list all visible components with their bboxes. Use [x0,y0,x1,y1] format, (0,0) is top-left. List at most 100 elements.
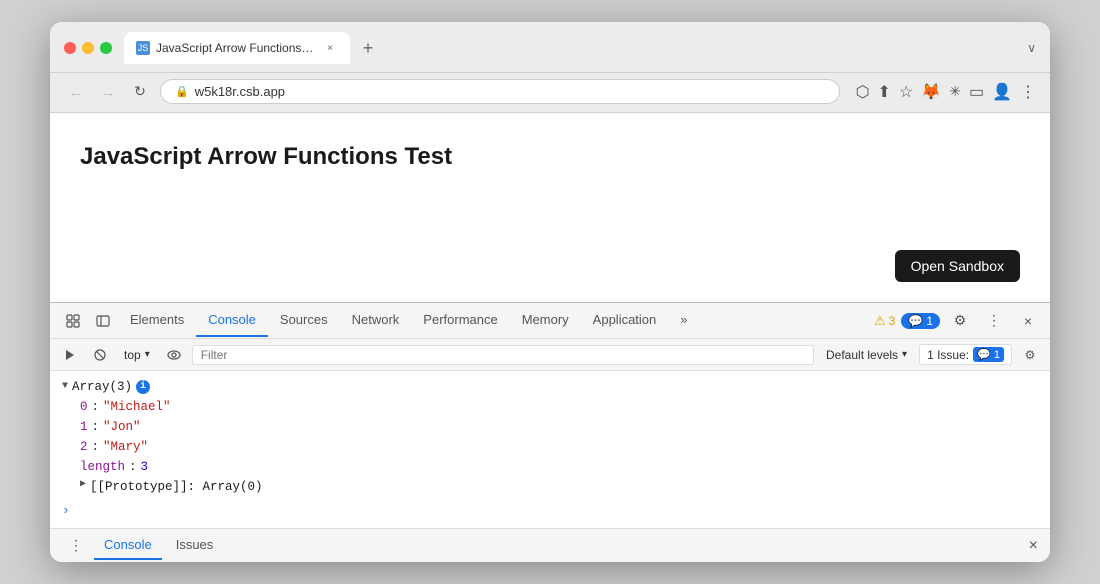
bottom-more-icon: ⋮ [69,537,83,554]
length-key: length [80,457,125,477]
browser-tab-active[interactable]: JS JavaScript Arrow Functions Te... × [124,32,350,64]
tab-title: JavaScript Arrow Functions Te... [156,41,316,55]
array-label: Array(3) [72,377,132,397]
devtools-tab-more[interactable]: » [668,304,699,337]
kebab-icon: ⋮ [987,312,1001,329]
devtools-settings-button[interactable]: ⚙ [946,307,974,335]
prop-key-1: 1 [80,417,88,437]
info-count: 1 [926,314,933,328]
bottom-more-button[interactable]: ⋮ [62,532,90,560]
filter-input[interactable] [192,345,814,365]
info-chat-icon: 💬 [908,314,923,328]
issue-chat-icon: 💬 [977,349,991,361]
prop-val-1: "Jon" [103,417,141,437]
array-item-2: 2 : "Mary" [80,437,1038,457]
devtools-tab-sources[interactable]: Sources [268,304,340,337]
issue-count-icon: 💬 1 [973,347,1004,362]
devtools-tabs-bar: Elements Console Sources Network Perform… [50,303,1050,339]
bookmark-icon[interactable]: ☆ [899,82,913,102]
array-item-0: 0 : "Michael" [80,397,1038,417]
array-length: length : 3 [80,457,1038,477]
back-button[interactable]: ← [64,80,88,104]
devtools-tab-network[interactable]: Network [340,304,412,337]
forward-button[interactable]: → [96,80,120,104]
devtools-close-button[interactable]: × [1014,307,1042,335]
warning-triangle-icon: ⚠ [874,313,886,329]
array-item-1: 1 : "Jon" [80,417,1038,437]
ext1-icon[interactable]: 🦊 [921,82,941,102]
new-tab-button[interactable]: + [354,34,382,62]
cast-icon[interactable]: ⬡ [856,82,870,102]
url-display: w5k18r.csb.app [195,84,825,99]
default-levels-label: Default levels [826,348,898,362]
close-icon: × [1024,313,1032,329]
default-levels-selector[interactable]: Default levels ▾ [820,346,913,364]
console-block-button[interactable] [88,343,112,367]
issue-label: 1 Issue: [927,348,969,362]
prop-val-2: "Mary" [103,437,148,457]
prompt-chevron-icon: › [62,501,70,522]
browser-window: JS JavaScript Arrow Functions Te... × + … [50,22,1050,562]
console-gear-icon: ⚙ [1025,348,1036,362]
tab-favicon: JS [136,41,150,55]
prop-val-0: "Michael" [103,397,171,417]
traffic-light-red[interactable] [64,42,76,54]
devtools-tabs-right: ⚠ 3 💬 1 ⚙ ⋮ × [874,307,1042,335]
console-settings-button[interactable]: ⚙ [1018,343,1042,367]
bottom-tab-console[interactable]: Console [94,531,162,560]
info-badge: 💬 1 [901,313,940,329]
console-play-button[interactable] [58,343,82,367]
context-selector[interactable]: top ▾ [118,346,156,364]
address-actions: ⬡ ⬆ ☆ 🦊 ✳ ▭ 👤 ⋮ [856,82,1036,102]
proto-arrow-icon[interactable]: ▶ [80,477,86,497]
devtools-more-button[interactable]: ⋮ [980,307,1008,335]
proto-label: [[Prototype]]: Array(0) [90,477,263,497]
console-eye-button[interactable] [162,343,186,367]
traffic-lights [64,42,112,54]
console-entry: ▼ Array(3) i 0 : "Michael" 1 : [62,377,1038,497]
page-content: JavaScript Arrow Functions Test Open San… [50,113,1050,302]
title-bar: JS JavaScript Arrow Functions Te... × + … [50,22,1050,73]
devtools-panel: Elements Console Sources Network Perform… [50,302,1050,562]
browser-menu-icon[interactable]: ⋮ [1020,82,1036,102]
warning-badge: ⚠ 3 [874,313,895,329]
bottom-tab-issues[interactable]: Issues [166,531,224,560]
devtools-tab-elements[interactable]: Elements [118,304,196,337]
gear-icon: ⚙ [954,312,967,329]
context-label: top [124,348,141,362]
address-input-wrap[interactable]: 🔒 w5k18r.csb.app [160,79,840,104]
tree-header: ▼ Array(3) i [62,377,1038,397]
devtools-tab-performance[interactable]: Performance [411,304,509,337]
issue-count: 1 [994,349,1000,361]
dropdown-icon: ▾ [145,349,150,360]
profile-icon[interactable]: 👤 [992,82,1012,102]
length-val: 3 [141,457,149,477]
console-prompt: › [62,501,1038,522]
warning-count: 3 [889,314,896,328]
window-chevron: ∨ [1027,41,1036,55]
devtools-tab-application[interactable]: Application [581,304,669,337]
open-sandbox-button[interactable]: Open Sandbox [895,250,1020,282]
tree-children: 0 : "Michael" 1 : "Jon" 2 : "Mary" [80,397,1038,497]
devtools-panel-btn-1[interactable] [58,306,88,336]
share-icon[interactable]: ⬆ [878,82,891,102]
prop-key-0: 0 [80,397,88,417]
info-circle-icon: i [136,380,150,394]
console-tree: ▼ Array(3) i 0 : "Michael" 1 : [62,377,1038,497]
prop-key-2: 2 [80,437,88,457]
traffic-light-green[interactable] [100,42,112,54]
devtools-tab-memory[interactable]: Memory [510,304,581,337]
ext2-icon[interactable]: ✳ [949,83,961,100]
issue-badge[interactable]: 1 Issue: 💬 1 [919,344,1012,365]
devtools-panel-btn-2[interactable] [88,306,118,336]
devtools-tab-console[interactable]: Console [196,304,268,337]
levels-dropdown-icon: ▾ [902,349,907,360]
traffic-light-yellow[interactable] [82,42,94,54]
bottom-close-button[interactable]: × [1029,537,1038,555]
tab-close-button[interactable]: × [322,40,338,56]
array-proto: ▶ [[Prototype]]: Array(0) [80,477,1038,497]
sidebar-toggle-icon[interactable]: ▭ [969,82,984,102]
refresh-button[interactable]: ↻ [128,80,152,104]
devtools-bottom-bar: ⋮ Console Issues × [50,528,1050,562]
tree-collapse-icon[interactable]: ▼ [62,379,68,395]
